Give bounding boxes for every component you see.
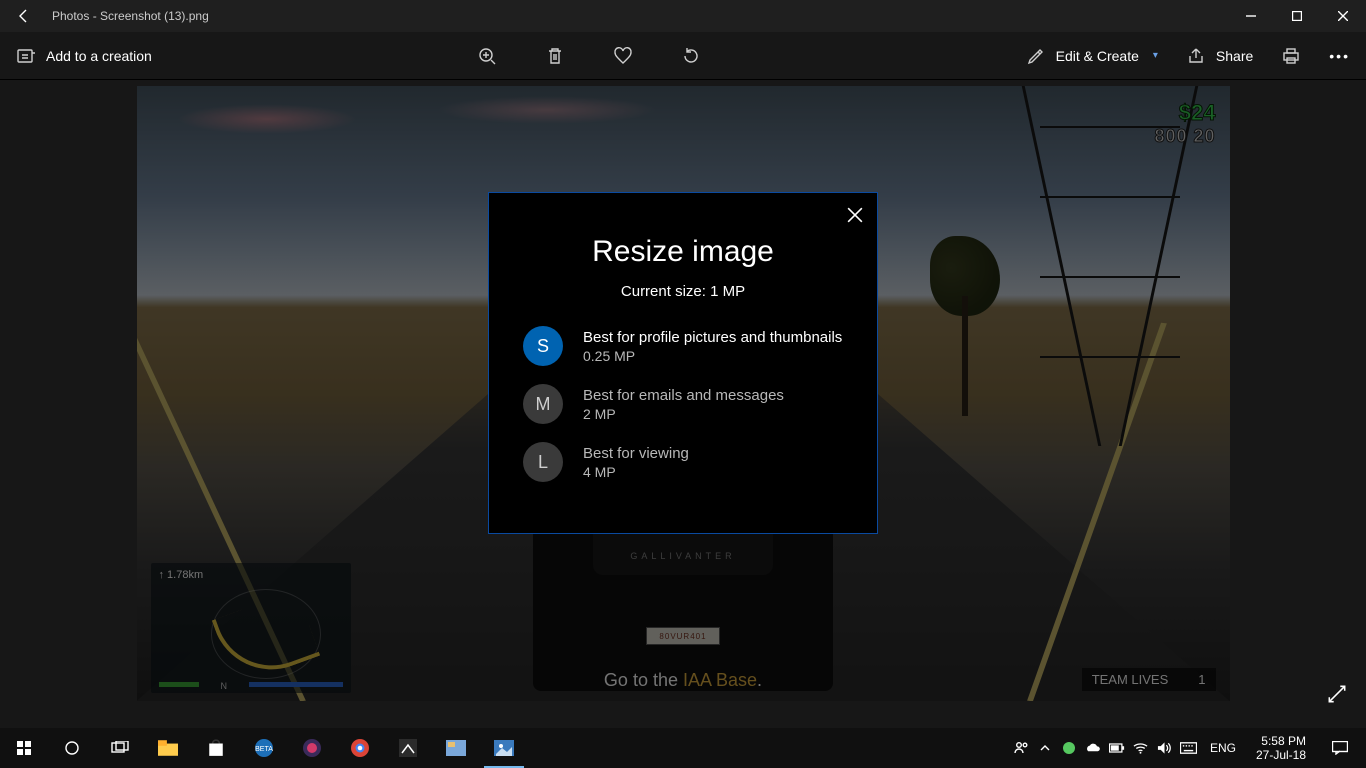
resize-option-l[interactable]: L Best for viewing 4 MP [523, 442, 843, 482]
minimap-north: N [221, 681, 228, 691]
team-lives-value: 1 [1198, 672, 1205, 687]
edit-create-label: Edit & Create [1056, 48, 1139, 64]
taskbar-app-chrome[interactable] [336, 728, 384, 768]
size-badge-l: L [523, 442, 563, 482]
delete-button[interactable] [535, 32, 575, 80]
minimize-button[interactable] [1228, 0, 1274, 32]
taskbar-app-photos[interactable] [480, 728, 528, 768]
svg-text:BETA: BETA [255, 746, 273, 753]
language-indicator[interactable]: ENG [1204, 741, 1242, 755]
print-button[interactable] [1269, 32, 1313, 80]
titlebar: Photos - Screenshot (13).png [0, 0, 1366, 32]
mission-text: Go to the IAA Base. [604, 670, 762, 691]
content-area: GALLIVANTER 80VUR401 $24 800 20 Go to th… [0, 80, 1366, 728]
taskbar-app-explorer[interactable] [144, 728, 192, 768]
task-view-button[interactable] [96, 728, 144, 768]
taskbar-app-1[interactable]: BETA [240, 728, 288, 768]
zoom-button[interactable] [467, 32, 507, 80]
option-desc: Best for viewing [583, 445, 689, 462]
minimap-distance: ↑ 1.78km [159, 569, 204, 581]
share-button[interactable]: Share [1174, 32, 1265, 80]
window-title: Photos - Screenshot (13).png [48, 9, 209, 23]
decorative [177, 104, 357, 134]
maximize-button[interactable] [1274, 0, 1320, 32]
option-size: 2 MP [583, 406, 784, 422]
taskbar-app-4[interactable] [432, 728, 480, 768]
decorative [137, 324, 307, 701]
option-size: 4 MP [583, 464, 689, 480]
dialog-current-size: Current size: 1 MP [523, 283, 843, 300]
resize-dialog: Resize image Current size: 1 MP S Best f… [488, 192, 878, 534]
people-icon[interactable] [1012, 739, 1030, 757]
license-plate: 80VUR401 [646, 627, 720, 645]
option-size: 0.25 MP [583, 348, 842, 364]
car-badge: GALLIVANTER [630, 551, 735, 561]
more-button[interactable]: ••• [1317, 32, 1362, 80]
clock[interactable]: 5:58 PM 27-Jul-18 [1248, 734, 1314, 762]
action-center-button[interactable] [1320, 728, 1360, 768]
option-desc: Best for emails and messages [583, 387, 784, 404]
decorative [1027, 323, 1167, 701]
start-button[interactable] [0, 728, 48, 768]
taskbar: BETA [0, 728, 1366, 768]
chevron-down-icon: ▾ [1153, 50, 1158, 61]
hud-cash: $24 [1154, 100, 1215, 126]
edit-create-button[interactable]: Edit & Create ▾ [1014, 32, 1170, 80]
volume-icon[interactable] [1156, 739, 1174, 757]
team-lives-label: TEAM LIVES [1092, 672, 1169, 687]
resize-handle-icon[interactable] [1326, 683, 1348, 710]
decorative [920, 236, 1010, 416]
dialog-close-button[interactable] [847, 207, 863, 228]
file-name: Screenshot (13).png [100, 9, 209, 23]
wifi-icon[interactable] [1132, 739, 1150, 757]
tray-overflow-icon[interactable] [1036, 739, 1054, 757]
rotate-button[interactable] [671, 32, 711, 80]
ellipsis-icon: ••• [1329, 48, 1350, 64]
dialog-title: Resize image [523, 235, 843, 269]
keyboard-icon[interactable] [1180, 739, 1198, 757]
taskbar-app-3[interactable] [384, 728, 432, 768]
hud-money: $24 800 20 [1154, 100, 1215, 147]
resize-option-s[interactable]: S Best for profile pictures and thumbnai… [523, 326, 843, 366]
size-badge-s: S [523, 326, 563, 366]
hud-bank: 800 20 [1154, 126, 1215, 147]
team-lives: TEAM LIVES 1 [1082, 668, 1216, 691]
add-to-creation-label: Add to a creation [46, 48, 152, 64]
decorative [437, 96, 657, 124]
back-button[interactable] [0, 0, 48, 32]
clock-date: 27-Jul-18 [1256, 748, 1306, 762]
tray-icon-1[interactable] [1060, 739, 1078, 757]
taskbar-app-2[interactable] [288, 728, 336, 768]
resize-option-m[interactable]: M Best for emails and messages 2 MP [523, 384, 843, 424]
minimap: ↑ 1.78km N [151, 563, 351, 693]
cortana-button[interactable] [48, 728, 96, 768]
app-name: Photos [52, 9, 89, 23]
taskbar-app-store[interactable] [192, 728, 240, 768]
onedrive-icon[interactable] [1084, 739, 1102, 757]
close-button[interactable] [1320, 0, 1366, 32]
battery-icon[interactable] [1108, 739, 1126, 757]
commandbar: Add to a creation Edit & Create ▾ Share [0, 32, 1366, 80]
size-badge-m: M [523, 384, 563, 424]
clock-time: 5:58 PM [1256, 734, 1306, 748]
add-to-creation-button[interactable]: Add to a creation [4, 32, 164, 80]
decorative [1020, 86, 1200, 446]
favorite-button[interactable] [603, 32, 643, 80]
option-desc: Best for profile pictures and thumbnails [583, 329, 842, 346]
share-label: Share [1216, 48, 1253, 64]
